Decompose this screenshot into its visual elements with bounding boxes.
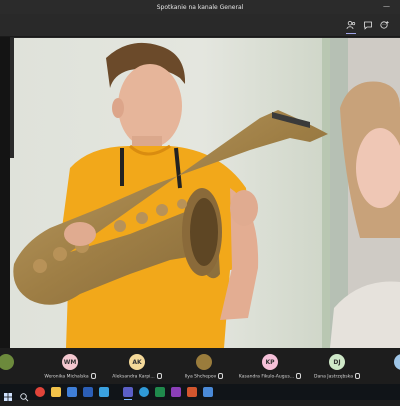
avatar: AK — [129, 354, 145, 370]
participant-name: Dana Jastrzębska — [305, 373, 369, 380]
participant-tile[interactable]: Ilya Shchepov — [172, 352, 236, 382]
store-icon[interactable] — [99, 387, 109, 397]
participant-name-text: Ilya Shchepov — [184, 374, 217, 380]
participant-tile[interactable]: WM Weronika Michalska — [38, 352, 102, 382]
avatar: WM — [62, 354, 78, 370]
participant-tile[interactable] — [0, 352, 38, 382]
saxophone-player-video-image — [10, 38, 330, 348]
meeting-toolbar — [0, 14, 400, 37]
mic-icon — [156, 373, 162, 379]
window-title: Spotkanie na kanale General — [156, 3, 244, 11]
avatar — [196, 354, 212, 370]
edge-icon[interactable] — [139, 387, 149, 397]
windows-taskbar — [0, 384, 400, 402]
mic-icon — [354, 373, 360, 379]
search-icon[interactable] — [19, 387, 29, 402]
photos-icon[interactable] — [203, 387, 213, 397]
participant-name-text: Aleksandra Karpi... — [112, 374, 155, 380]
participants-icon[interactable] — [345, 19, 357, 34]
excel-icon[interactable] — [155, 387, 165, 397]
participant-name: Weronika Michalska — [38, 373, 102, 380]
mic-icon — [90, 373, 96, 379]
secondary-video-feed[interactable] — [330, 38, 400, 348]
chat-icon[interactable] — [362, 19, 374, 31]
mic-icon — [296, 373, 302, 379]
participant-tile[interactable]: DJ Dana Jastrzębska — [305, 352, 369, 382]
participant-tile[interactable] — [370, 352, 400, 382]
participant-name: Aleksandra Karpi... — [105, 373, 169, 380]
file-explorer-icon[interactable] — [51, 387, 61, 397]
participant-name-text: Dana Jastrzębska — [314, 374, 353, 380]
avatar: DJ — [329, 354, 345, 370]
mic-icon — [218, 373, 224, 379]
powerpoint-icon[interactable] — [187, 387, 197, 397]
participant-name-text: Weronika Michalska — [44, 374, 89, 380]
teams-icon[interactable] — [123, 387, 133, 400]
windows-start-icon[interactable] — [3, 387, 13, 401]
avatar: KP — [262, 354, 278, 370]
minimize-button[interactable]: — — [383, 2, 390, 10]
participant-name: Ilya Shchepov — [172, 373, 236, 380]
window-titlebar: Spotkanie na kanale General — — [0, 0, 400, 14]
participant-strip: WM Weronika Michalska AK Aleksandra Karp… — [0, 348, 400, 384]
chrome-icon[interactable] — [35, 387, 45, 397]
stage-left-edge — [0, 37, 10, 348]
main-video-feed[interactable] — [10, 38, 330, 348]
avatar — [0, 354, 14, 370]
child-video-image — [330, 38, 400, 348]
mail-icon[interactable] — [67, 387, 77, 397]
reactions-icon[interactable] — [379, 19, 391, 31]
participant-name-text: Kasandra Fikulo-Augus... — [238, 374, 295, 380]
onenote-icon[interactable] — [171, 387, 181, 397]
video-stage — [0, 37, 400, 348]
participant-name: Kasandra Fikulo-Augus... — [238, 373, 302, 380]
word-icon[interactable] — [83, 387, 93, 397]
avatar — [394, 354, 400, 370]
participant-tile[interactable]: AK Aleksandra Karpi... — [105, 352, 169, 382]
participant-tile[interactable]: KP Kasandra Fikulo-Augus... — [238, 352, 302, 382]
